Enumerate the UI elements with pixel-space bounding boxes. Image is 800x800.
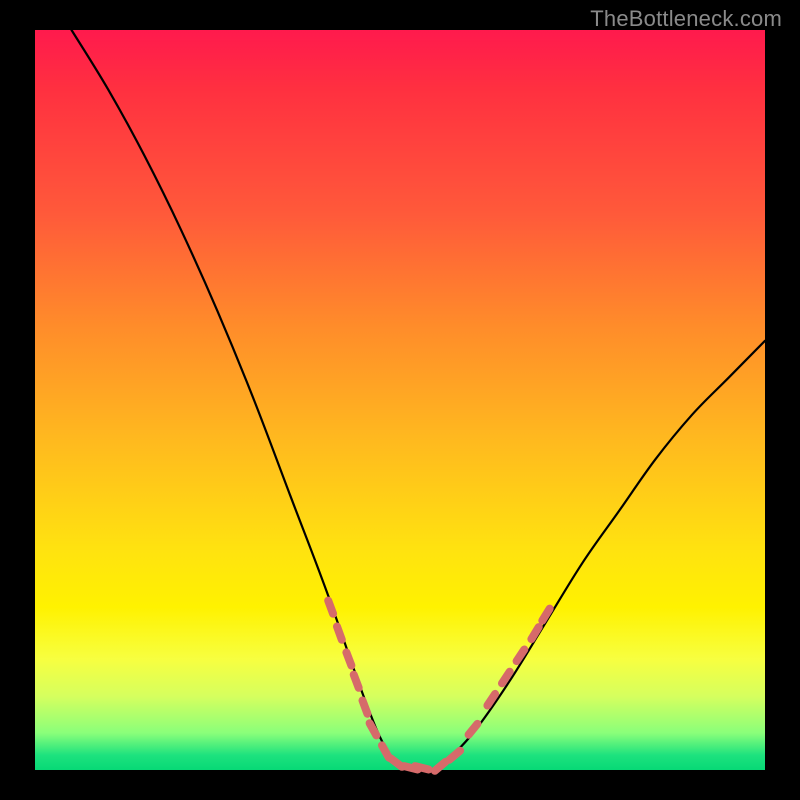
chart-frame: TheBottleneck.com [0,0,800,800]
highlight-dash [415,766,429,769]
highlight-dash [435,762,446,771]
bottleneck-curve [72,30,766,771]
highlight-dash [391,758,402,766]
highlight-dash [328,601,333,614]
highlight-dash [354,675,359,688]
highlight-dash [363,701,368,714]
curve-layer [35,30,765,770]
highlight-dash [449,751,460,760]
watermark-text: TheBottleneck.com [590,6,782,32]
highlight-dash [337,627,342,640]
highlight-dash [469,724,478,735]
highlight-dash [346,652,351,665]
highlight-dash [382,745,389,757]
highlight-dashes [328,601,550,771]
plot-area [35,30,765,770]
